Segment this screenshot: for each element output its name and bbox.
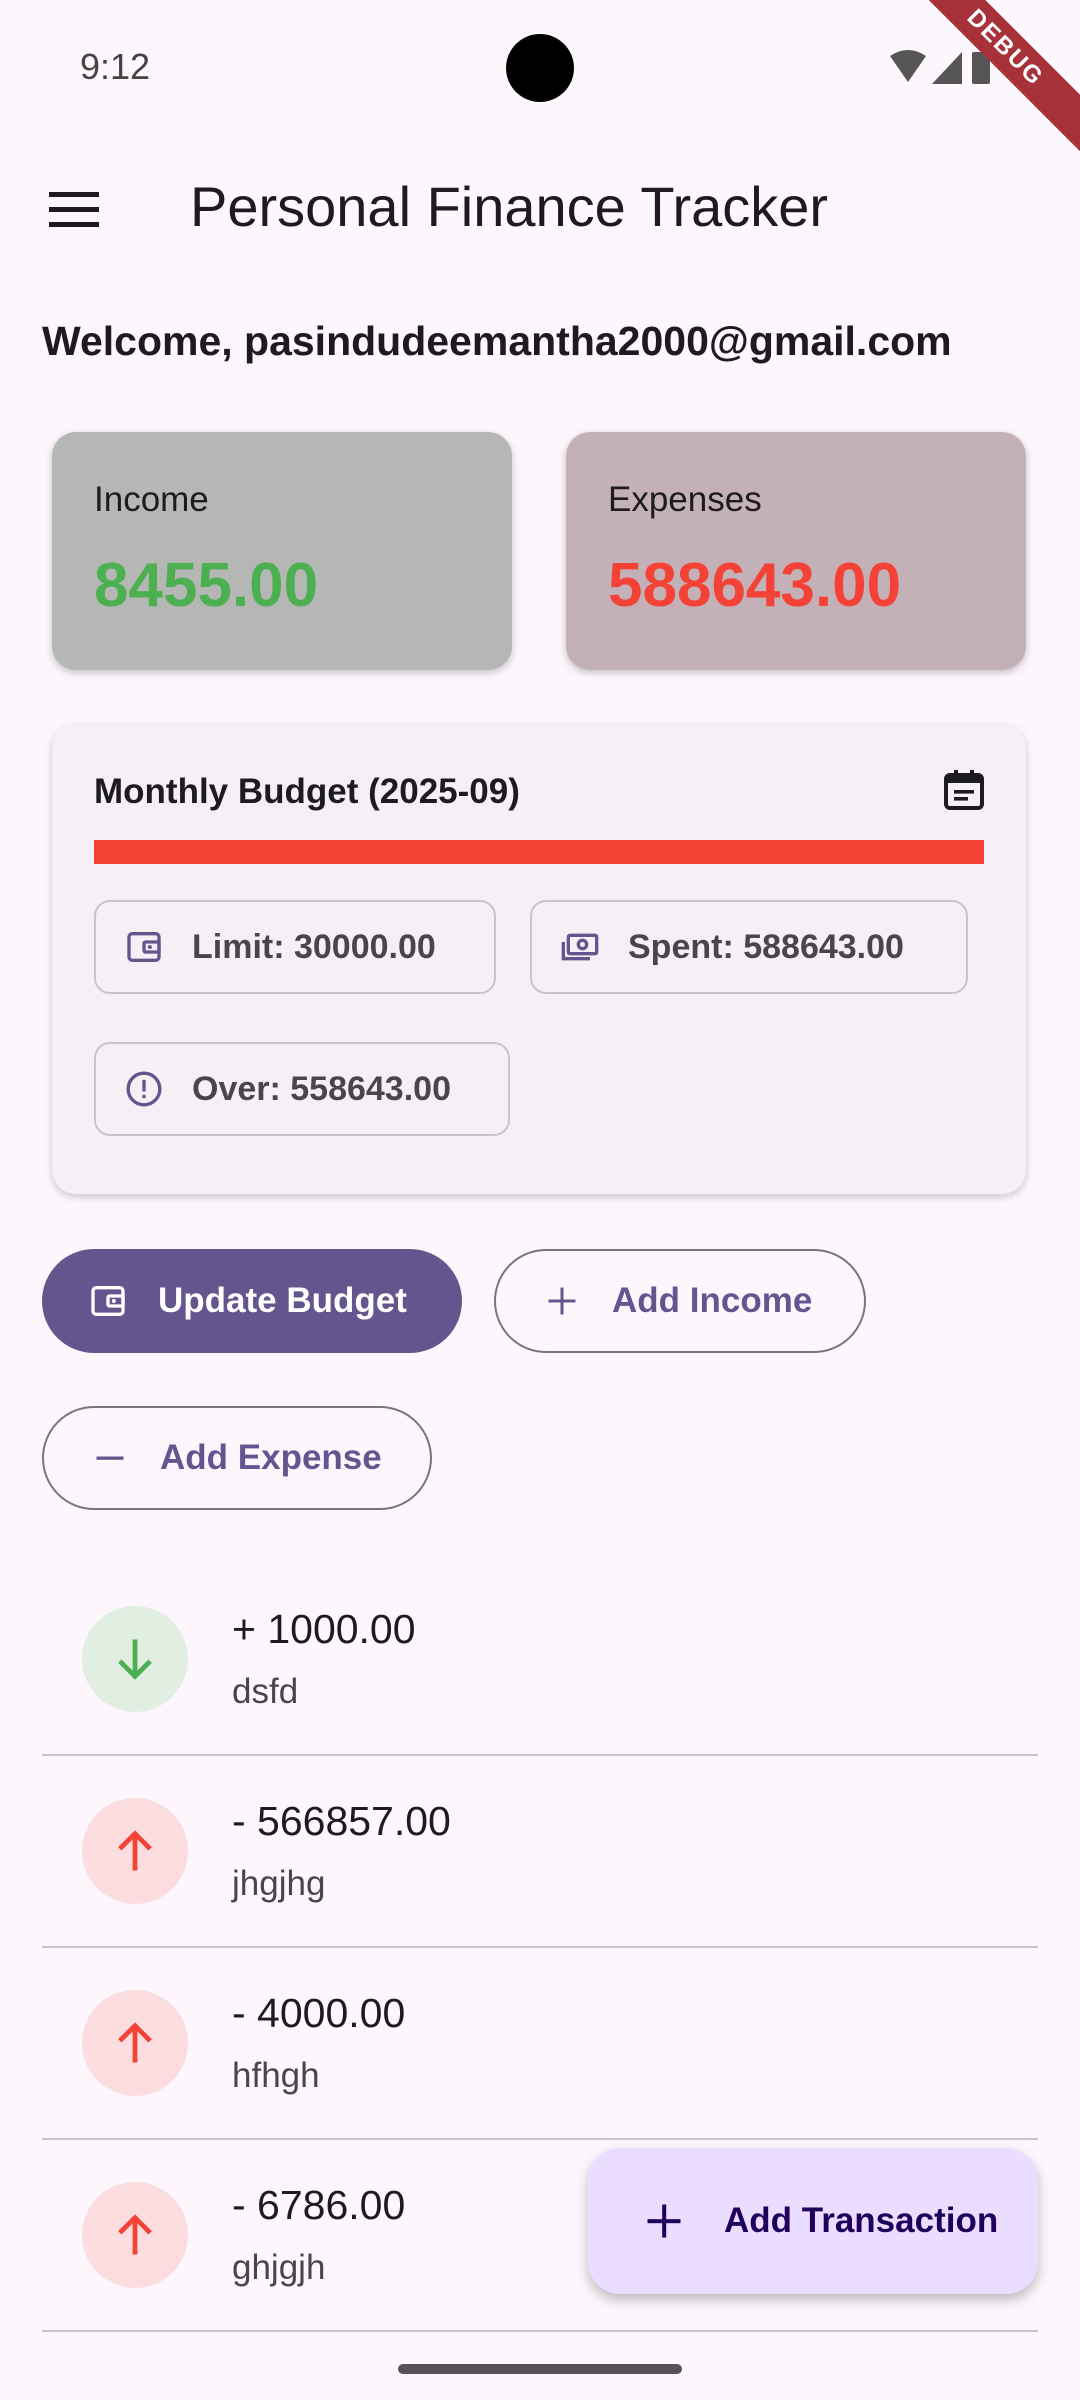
minus-icon xyxy=(88,1436,132,1480)
expense-card: Expenses 588643.00 xyxy=(566,432,1026,670)
plus-icon xyxy=(540,1279,584,1323)
wallet-icon xyxy=(86,1279,130,1323)
transaction-amount: - 6786.00 xyxy=(232,2182,406,2228)
transaction-description: ghjgjh xyxy=(232,2248,326,2287)
update-budget-label: Update Budget xyxy=(158,1281,407,1320)
transaction-description: dsfd xyxy=(232,1672,299,1711)
signal-icon xyxy=(932,52,962,84)
wifi-icon xyxy=(890,50,926,82)
budget-title: Monthly Budget (2025-09) xyxy=(94,772,520,811)
menu-icon xyxy=(49,192,99,227)
spent-chip: Spent: 588643.00 xyxy=(530,900,968,994)
welcome-text: Welcome, pasindudeemantha2000@gmail.com xyxy=(42,318,952,364)
transaction-item[interactable]: - 566857.00 jhgjhg xyxy=(42,1756,1038,1948)
limit-label: Limit: 30000.00 xyxy=(192,927,436,966)
transaction-amount: + 1000.00 xyxy=(232,1606,416,1652)
transaction-item[interactable]: + 1000.00 dsfd xyxy=(42,1564,1038,1756)
income-value: 8455.00 xyxy=(94,551,319,620)
status-time: 9:12 xyxy=(80,46,151,87)
add-expense-label: Add Expense xyxy=(160,1438,382,1477)
wallet-icon xyxy=(124,927,164,967)
cash-icon xyxy=(560,927,600,967)
status-bar: 9:12 DEBUG xyxy=(0,0,1080,172)
plus-icon xyxy=(640,2197,688,2245)
add-expense-button[interactable]: Add Expense xyxy=(42,1406,432,1510)
budget-progress-bar xyxy=(94,840,984,864)
app-screen: 9:12 DEBUG Personal Finance Tracker Welc… xyxy=(0,0,1080,2400)
alert-circle-icon xyxy=(124,1069,164,1109)
calendar-icon xyxy=(944,770,984,810)
budget-progress-fill xyxy=(94,840,984,864)
transaction-item[interactable]: - 4000.00 hfhgh xyxy=(42,1948,1038,2140)
income-card: Income 8455.00 xyxy=(52,432,512,670)
limit-chip: Limit: 30000.00 xyxy=(94,900,496,994)
arrow-up-icon xyxy=(82,1798,188,1904)
add-income-button[interactable]: Add Income xyxy=(494,1249,866,1353)
spent-label: Spent: 588643.00 xyxy=(628,927,904,966)
home-indicator[interactable] xyxy=(398,2364,682,2374)
arrow-up-icon xyxy=(82,2182,188,2288)
arrow-down-icon xyxy=(82,1606,188,1712)
update-budget-button[interactable]: Update Budget xyxy=(42,1249,462,1353)
app-title: Personal Finance Tracker xyxy=(190,175,829,238)
menu-button[interactable] xyxy=(30,180,118,240)
income-label: Income xyxy=(94,480,209,519)
app-bar: Personal Finance Tracker xyxy=(0,150,1080,270)
budget-card: Monthly Budget (2025-09) Limit: 30000.00… xyxy=(52,724,1026,1194)
transaction-description: hfhgh xyxy=(232,2056,320,2095)
transaction-amount: - 566857.00 xyxy=(232,1798,451,1844)
over-label: Over: 558643.00 xyxy=(192,1069,451,1108)
expense-label: Expenses xyxy=(608,480,762,519)
transaction-description: jhgjhg xyxy=(232,1864,326,1903)
add-income-label: Add Income xyxy=(612,1281,813,1320)
camera-cutout xyxy=(506,34,574,102)
add-transaction-label: Add Transaction xyxy=(724,2201,999,2240)
calendar-button[interactable] xyxy=(940,766,988,814)
over-chip: Over: 558643.00 xyxy=(94,1042,510,1136)
transaction-amount: - 4000.00 xyxy=(232,1990,406,2036)
add-transaction-fab[interactable]: Add Transaction xyxy=(588,2148,1038,2294)
expense-value: 588643.00 xyxy=(608,551,902,620)
arrow-up-icon xyxy=(82,1990,188,2096)
